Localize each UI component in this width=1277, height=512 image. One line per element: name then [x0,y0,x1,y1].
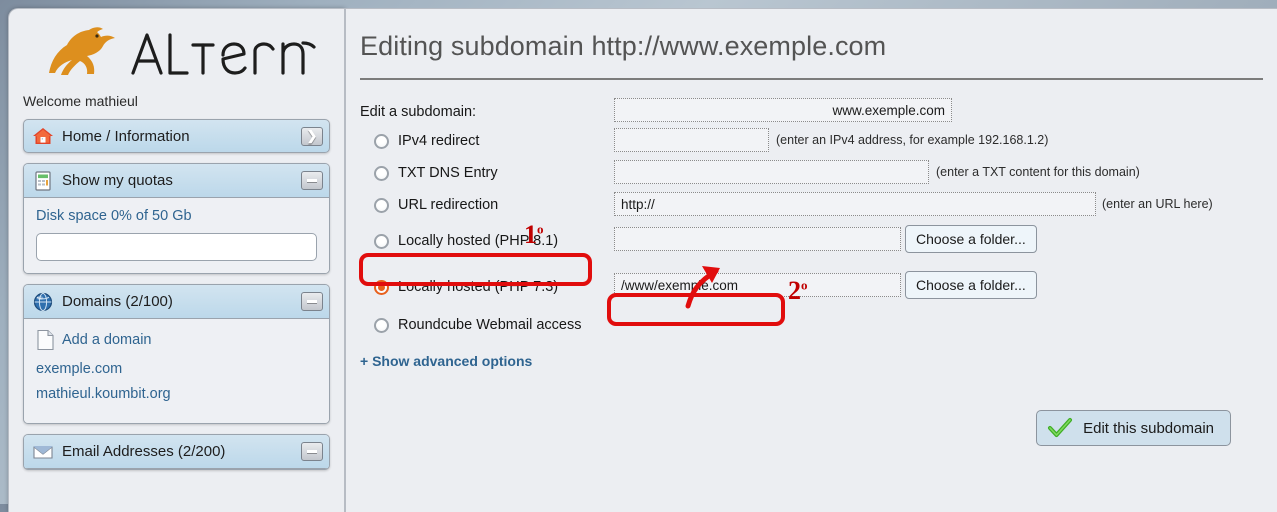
txt-hint: (enter a TXT content for this domain) [936,165,1140,179]
subdomain-name-input[interactable]: www.exemple.com [614,98,952,122]
green-check-icon [1048,418,1073,437]
option-label-php73: Locally hosted (PHP 7.3) [398,279,559,295]
document-icon [37,329,54,351]
panel-email: Email Addresses (2/200) [23,434,330,470]
disk-space-progressbar [36,233,317,261]
minus-icon [307,450,317,453]
house-icon [33,128,53,144]
add-domain-link[interactable]: Add a domain [62,332,151,348]
panel-quotas-body: Disk space 0% of 50 Gb [24,198,329,273]
option-row-php73[interactable]: Locally hosted (PHP 7.3) [374,279,558,295]
php73-choose-folder-button[interactable]: Choose a folder... [905,271,1037,299]
option-label-url: URL redirection [398,197,499,213]
panel-quotas-header[interactable]: Show my quotas [24,164,329,198]
panel-domains-title: Domains (2/100) [62,293,173,310]
sidebar-item-home[interactable]: Home / Information ❯ [23,119,330,153]
php73-folder-input[interactable]: /www/exemple.com [614,273,901,297]
domain-link-0[interactable]: exemple.com [36,361,317,377]
option-row-url[interactable]: URL redirection [374,197,498,213]
radio-url[interactable] [374,197,389,213]
quota-report-icon [35,170,51,191]
option-row-roundcube[interactable]: Roundcube Webmail access [374,317,582,333]
panel-domains-collapse-button[interactable] [301,292,323,311]
page-title: Editing subdomain http://www.exemple.com [360,31,887,61]
panel-domains-body: Add a domain exemple.com mathieul.koumbi… [24,319,329,423]
txt-input[interactable] [614,160,929,184]
url-input[interactable]: http:// [614,192,1096,216]
panel-quotas: Show my quotas Disk space 0% of 50 Gb [23,163,330,274]
alternc-app: Welcome mathieul Home / Information ❯ Sh… [0,0,1277,512]
url-hint: (enter an URL here) [1102,197,1213,211]
option-label-roundcube: Roundcube Webmail access [398,317,582,333]
panel-quotas-title: Show my quotas [62,172,173,189]
ipv4-hint: (enter an IPv4 address, for example 192.… [776,133,1049,147]
option-row-ipv4[interactable]: IPv4 redirect [374,133,479,149]
welcome-text: Welcome mathieul [23,93,138,109]
main-content: Editing subdomain http://www.exemple.com… [345,8,1277,512]
option-label-php81: Locally hosted (PHP 8.1) [398,233,559,249]
add-domain-row[interactable]: Add a domain [36,329,317,351]
envelope-icon [33,445,53,459]
disk-space-label: Disk space 0% of 50 Gb [36,208,192,224]
domain-link-1[interactable]: mathieul.koumbit.org [36,386,317,402]
php81-folder-input[interactable] [614,227,901,251]
subdomain-form: Edit a subdomain: www.exemple.com IPv4 r… [346,98,1277,369]
brand-logo [23,19,330,91]
radio-txt[interactable] [374,165,389,181]
option-row-txt[interactable]: TXT DNS Entry [374,165,498,181]
edit-subdomain-label: Edit this subdomain [1083,419,1214,437]
option-label-txt: TXT DNS Entry [398,165,498,181]
radio-php81[interactable] [374,233,389,249]
edit-subdomain-button[interactable]: Edit this subdomain [1036,410,1231,446]
php81-choose-folder-button[interactable]: Choose a folder... [905,225,1037,253]
form-label: Edit a subdomain: [360,104,477,120]
panel-domains-header[interactable]: Domains (2/100) [24,285,329,319]
radio-php73[interactable] [374,279,389,295]
globe-icon [33,292,53,311]
panel-email-collapse-button[interactable] [301,442,323,461]
minus-icon [307,179,317,182]
minus-icon [307,300,317,303]
sidebar-item-home-label: Home / Information [62,127,190,145]
option-row-php81[interactable]: Locally hosted (PHP 8.1) [374,233,558,249]
show-advanced-options-link[interactable]: + Show advanced options [360,353,532,369]
panel-email-header[interactable]: Email Addresses (2/200) [24,435,329,469]
option-label-ipv4: IPv4 redirect [398,133,480,149]
panel-quotas-collapse-button[interactable] [301,171,323,190]
panel-email-title: Email Addresses (2/200) [62,443,226,460]
sidebar: Welcome mathieul Home / Information ❯ Sh… [8,8,345,512]
chevron-right-icon: ❯ [306,127,318,143]
title-divider [360,78,1263,80]
radio-ipv4[interactable] [374,133,389,149]
radio-roundcube[interactable] [374,317,389,333]
sidebar-home-expand-button[interactable]: ❯ [301,126,323,146]
ipv4-input[interactable] [614,128,769,152]
kangaroo-logo [49,27,316,75]
panel-domains: Domains (2/100) Add a domain exemple.com… [23,284,330,424]
